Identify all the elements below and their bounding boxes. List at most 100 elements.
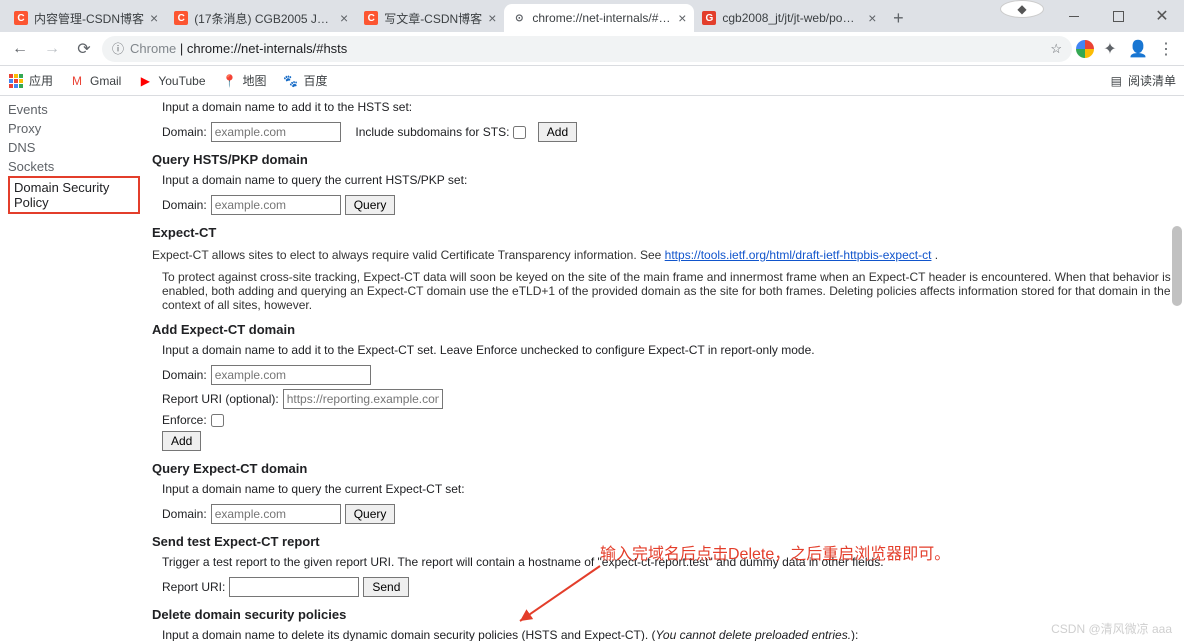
favicon: C [14,11,28,25]
sidebar-item-dns[interactable]: DNS [8,138,140,157]
query-expect-button[interactable]: Query [345,504,396,524]
reading-list-label: 阅读清单 [1128,72,1176,89]
maximize-button[interactable] [1096,0,1140,32]
bookmark-baidu[interactable]: 🐾 百度 [283,72,328,89]
enforce-label: Enforce: [162,413,207,427]
tab-label: 写文章-CSDN博客 [384,10,482,27]
favicon: C [364,11,378,25]
query-expect-desc: Input a domain name to query the current… [162,482,1172,496]
close-icon[interactable]: × [340,10,348,26]
shield-icon[interactable]: ◆ [1000,0,1044,18]
expect-ct-link[interactable]: https://tools.ietf.org/html/draft-ietf-h… [665,248,932,262]
content-area: Input a domain name to add it to the HST… [140,96,1184,641]
add-expect-report-input[interactable] [283,389,443,409]
chrome-menu-icon[interactable]: ⋮ [1154,37,1178,61]
close-icon[interactable]: × [488,10,496,26]
bookmark-maps[interactable]: 📍 地图 [222,72,267,89]
query-expect-domain-input[interactable] [211,504,341,524]
delete-desc: Input a domain name to delete its dynami… [162,628,1172,641]
send-test-button[interactable]: Send [363,577,409,597]
gmail-icon: M [69,73,85,89]
tab-bar: C内容管理-CSDN博客× C(17条消息) CGB2005 JT-1(注意× … [0,0,1184,32]
tab-4[interactable]: Gcgb2008_jt/jt/jt-web/pom.xml × [694,4,884,32]
sidebar-item-domain-security-policy[interactable]: Domain Security Policy [8,176,140,214]
tab-2[interactable]: C 写文章-CSDN博客 × [356,4,504,32]
tab-3-active[interactable]: ⊙chrome://net-internals/#hsts× [504,4,694,32]
sidebar-nav: Events Proxy DNS Sockets Domain Security… [0,96,140,641]
tab-0[interactable]: C内容管理-CSDN博客× [6,4,166,32]
bookmark-label: YouTube [158,74,205,88]
domain-label: Domain: [162,198,207,212]
apps-shortcut[interactable]: 应用 [8,72,53,89]
query-hsts-button[interactable]: Query [345,195,396,215]
bookmark-star-icon[interactable]: ☆ [1050,41,1062,57]
query-expect-heading: Query Expect-CT domain [152,461,1172,476]
close-icon[interactable]: × [678,10,686,26]
report-uri-label: Report URI: [162,580,225,594]
browser-toolbar: ← → ⟳ ⓘ Chrome | chrome://net-internals/… [0,32,1184,66]
forward-button[interactable]: → [38,35,66,63]
close-icon[interactable]: × [868,10,876,26]
report-uri-label: Report URI (optional): [162,392,279,406]
watermark: CSDN @清风微凉 aaa [1051,620,1172,637]
send-test-heading: Send test Expect-CT report [152,534,1172,549]
add-hsts-row: Domain: Include subdomains for STS: Add [162,122,1172,142]
add-expect-desc: Input a domain name to add it to the Exp… [162,343,1172,357]
favicon: G [702,11,716,25]
bookmark-label: 百度 [304,72,328,89]
domain-label: Domain: [162,507,207,521]
tab-label: (17条消息) CGB2005 JT-1(注意 [194,10,334,27]
sidebar-item-events[interactable]: Events [8,100,140,119]
reading-list[interactable]: ▤ 阅读清单 [1111,72,1176,89]
minimize-button[interactable] [1052,0,1096,32]
expect-ct-heading: Expect-CT [152,225,1172,240]
back-button[interactable]: ← [6,35,34,63]
send-test-report-input[interactable] [229,577,359,597]
close-icon[interactable]: × [150,10,158,26]
site-info-icon[interactable]: ⓘ [112,40,124,57]
address-bar[interactable]: ⓘ Chrome | chrome://net-internals/#hsts … [102,36,1072,62]
add-hsts-domain-input[interactable] [211,122,341,142]
tab-label: chrome://net-internals/#hsts [532,11,672,25]
query-hsts-heading: Query HSTS/PKP domain [152,152,1172,167]
add-expect-domain-input[interactable] [211,365,371,385]
tab-label: cgb2008_jt/jt/jt-web/pom.xml [722,11,862,25]
extensions-menu-icon[interactable]: ✦ [1098,37,1122,61]
bookmark-label: 地图 [243,72,267,89]
bookmark-gmail[interactable]: M Gmail [69,73,121,89]
enforce-checkbox[interactable] [211,414,224,427]
send-test-desc: Trigger a test report to the given repor… [162,555,1172,569]
reload-button[interactable]: ⟳ [70,35,98,63]
sidebar-item-sockets[interactable]: Sockets [8,157,140,176]
query-hsts-row: Domain: Query [162,195,1172,215]
bookmark-youtube[interactable]: ▶ YouTube [137,73,205,89]
youtube-icon: ▶ [137,73,153,89]
list-icon: ▤ [1111,74,1122,88]
query-hsts-domain-input[interactable] [211,195,341,215]
add-hsts-button[interactable]: Add [538,122,577,142]
add-expect-button[interactable]: Add [162,431,201,451]
add-expect-heading: Add Expect-CT domain [152,322,1172,337]
new-tab-button[interactable]: + [884,4,912,32]
expect-ct-note: To protect against cross-site tracking, … [162,270,1172,312]
sidebar-item-proxy[interactable]: Proxy [8,119,140,138]
page-body: Events Proxy DNS Sockets Domain Security… [0,96,1184,641]
scrollbar-thumb[interactable] [1172,226,1182,306]
add-hsts-desc: Input a domain name to add it to the HST… [162,100,1172,114]
include-subdomains-checkbox[interactable] [513,126,526,139]
bookmarks-bar: 应用 M Gmail ▶ YouTube 📍 地图 🐾 百度 ▤ 阅读清单 [0,66,1184,96]
tab-1[interactable]: C (17条消息) CGB2005 JT-1(注意 × [166,4,356,32]
bookmark-label: Gmail [90,74,121,88]
profile-icon[interactable]: 👤 [1126,37,1150,61]
baidu-icon: 🐾 [283,73,299,89]
extension-icon[interactable] [1076,40,1094,58]
favicon: C [174,11,188,25]
window-controls: ◆ ✕ [1000,0,1184,32]
delete-heading: Delete domain security policies [152,607,1172,622]
expect-ct-desc: Expect-CT allows sites to elect to alway… [152,248,1172,262]
domain-label: Domain: [162,125,207,139]
maps-icon: 📍 [222,73,238,89]
scrollbar-track[interactable] [1168,96,1184,641]
include-subdomains-label: Include subdomains for STS: [355,125,509,139]
close-window-button[interactable]: ✕ [1140,0,1184,32]
